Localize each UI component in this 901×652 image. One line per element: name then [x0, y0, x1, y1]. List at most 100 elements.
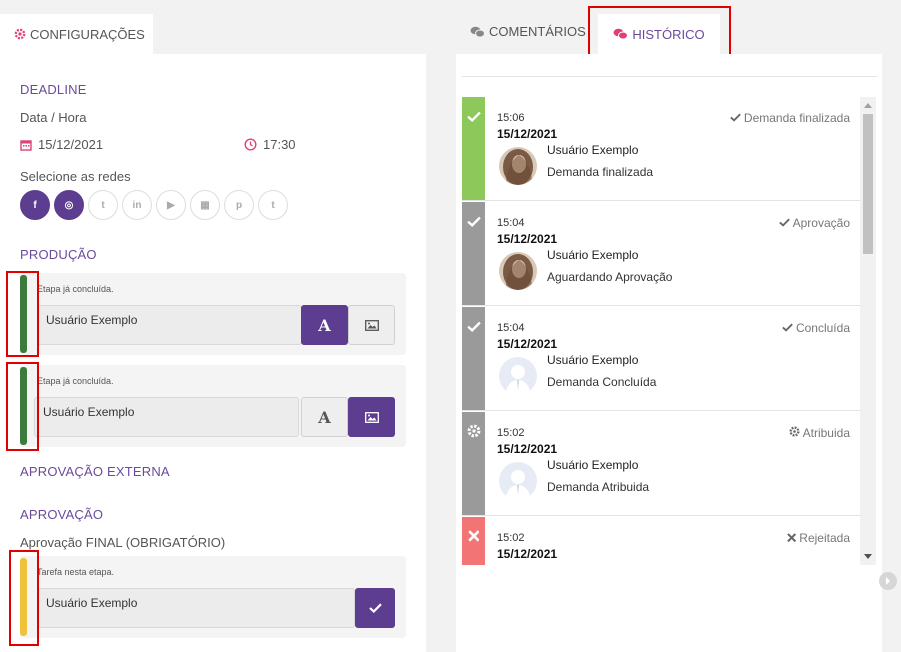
entry-date: 15/12/2021	[497, 337, 558, 351]
entry-user: Usuário Exemplo	[547, 353, 639, 367]
chevron-right-icon[interactable]	[879, 572, 897, 590]
entry-status-strip	[462, 307, 485, 410]
entry-time: 15:04	[497, 217, 525, 229]
calendar-icon	[20, 139, 32, 151]
image-button[interactable]	[348, 397, 395, 437]
stage-note: Etapa já concluída.	[37, 376, 114, 386]
highlight-box	[9, 550, 39, 646]
image-icon	[364, 319, 379, 331]
approval-stage: Tarefa nesta etapa. Usuário Exemplo	[20, 556, 406, 638]
x-icon	[467, 529, 480, 565]
entry-status: Concluída	[782, 321, 850, 335]
check-icon	[782, 321, 796, 335]
datetime-label: Data / Hora	[20, 110, 87, 125]
check-icon	[730, 111, 744, 125]
gear-icon	[14, 28, 26, 40]
entry-status-strip	[462, 97, 485, 200]
entry-time: 15:02	[497, 427, 525, 439]
store-icon[interactable]: ▦	[190, 190, 220, 220]
production-title: PRODUÇÃO	[20, 247, 97, 262]
entry-status: Demanda finalizada	[730, 111, 850, 125]
highlight-box	[6, 271, 39, 357]
history-timeline: 15:06 15/12/2021 Demanda finalizada Usuá…	[462, 97, 860, 565]
entry-date: 15/12/2021	[497, 232, 558, 246]
entry-action: Demanda Atribuida	[547, 480, 650, 494]
facebook-icon[interactable]: f	[20, 190, 50, 220]
avatar	[499, 252, 537, 290]
avatar	[499, 357, 537, 395]
divider	[462, 76, 877, 77]
check-icon	[466, 214, 481, 305]
tab-comentarios-label: COMENTÁRIOS	[489, 24, 586, 39]
youtube-icon[interactable]: ▶	[156, 190, 186, 220]
stage-user-field[interactable]: Usuário Exemplo	[37, 305, 302, 345]
entry-status-label: Atribuida	[802, 426, 850, 440]
deadline-title: DEADLINE	[20, 82, 87, 97]
twitter-icon[interactable]: t	[88, 190, 118, 220]
entry-action: Demanda finalizada	[547, 165, 654, 179]
date-value: 15/12/2021	[38, 137, 104, 152]
scroll-down-arrow[interactable]	[864, 554, 872, 559]
entry-status-label: Aprovação	[792, 216, 850, 230]
entry-time: 15:02	[497, 532, 525, 544]
networks-label: Selecione as redes	[20, 169, 131, 184]
stage-note: Tarefa nesta etapa.	[37, 567, 115, 577]
pinterest-icon[interactable]: p	[224, 190, 254, 220]
text-button[interactable]: A	[301, 305, 348, 345]
history-entry: 15:04 15/12/2021 Concluída Usuário Exemp…	[462, 307, 860, 411]
approval-title: APROVAÇÃO	[20, 507, 104, 522]
entry-time: 15:06	[497, 112, 525, 124]
scrollbar[interactable]	[860, 97, 876, 565]
scroll-up-arrow[interactable]	[864, 103, 872, 108]
entry-status: Aprovação	[778, 216, 850, 230]
highlight-box	[6, 362, 39, 451]
text-button[interactable]: A	[301, 397, 348, 437]
entry-action: Demanda Concluída	[547, 375, 657, 389]
clock-icon	[244, 138, 257, 151]
history-entry: 15:02 15/12/2021 Atribuida Usuário Exemp…	[462, 412, 860, 516]
time-value: 17:30	[263, 137, 296, 152]
instagram-icon[interactable]: ◎	[54, 190, 84, 220]
check-icon	[466, 319, 481, 410]
tab-configuracoes-label: CONFIGURAÇÕES	[30, 26, 145, 42]
history-entry: 15:06 15/12/2021 Demanda finalizada Usuá…	[462, 97, 860, 201]
entry-action: Aguardando Aprovação	[547, 270, 673, 284]
social-networks: f ◎ t in ▶ ▦ p t	[20, 190, 288, 220]
gear-icon	[467, 424, 481, 515]
date-field[interactable]: 15/12/2021	[20, 137, 103, 152]
external-approval-title: APROVAÇÃO EXTERNA	[20, 464, 170, 479]
entry-status-label: Concluída	[795, 321, 850, 335]
entry-date: 15/12/2021	[497, 442, 558, 456]
entry-date: 15/12/2021	[497, 127, 558, 141]
comments-icon	[470, 26, 485, 37]
entry-status: Atribuida	[789, 426, 850, 440]
linkedin-icon[interactable]: in	[122, 190, 152, 220]
entry-date: 15/12/2021	[497, 547, 558, 561]
production-stage-2: Etapa já concluída. Usuário Exemplo A	[20, 365, 406, 447]
final-approval-label: Aprovação FINAL (OBRIGATÓRIO)	[20, 535, 226, 550]
approve-button[interactable]	[355, 588, 395, 628]
image-icon	[364, 411, 379, 423]
stage-user-field[interactable]: Usuário Exemplo	[34, 397, 299, 437]
check-icon	[466, 109, 481, 200]
check-icon	[778, 216, 793, 230]
tumblr-icon[interactable]: t	[258, 190, 288, 220]
entry-user: Usuário Exemplo	[547, 248, 639, 262]
entry-user: Usuário Exemplo	[547, 143, 639, 157]
history-entry: 15:04 15/12/2021 Aprovação Usuário Exemp…	[462, 202, 860, 306]
image-button[interactable]	[348, 305, 395, 345]
entry-time: 15:04	[497, 322, 525, 334]
entry-status-strip	[462, 517, 485, 565]
avatar	[499, 462, 537, 500]
history-entry: 15:02 15/12/2021 Rejeitada	[462, 517, 860, 565]
stage-note: Etapa já concluída.	[37, 284, 114, 294]
stage-user-field[interactable]: Usuário Exemplo	[37, 588, 355, 628]
entry-status-label: Rejeitada	[799, 531, 850, 545]
entry-status: Rejeitada	[787, 531, 850, 545]
check-icon	[368, 603, 382, 613]
scroll-thumb[interactable]	[863, 114, 873, 254]
gear-icon	[789, 426, 803, 440]
time-field[interactable]: 17:30	[244, 137, 296, 152]
tab-comentarios[interactable]: COMENTÁRIOS	[470, 24, 586, 39]
tab-configuracoes[interactable]: CONFIGURAÇÕES	[0, 14, 153, 54]
